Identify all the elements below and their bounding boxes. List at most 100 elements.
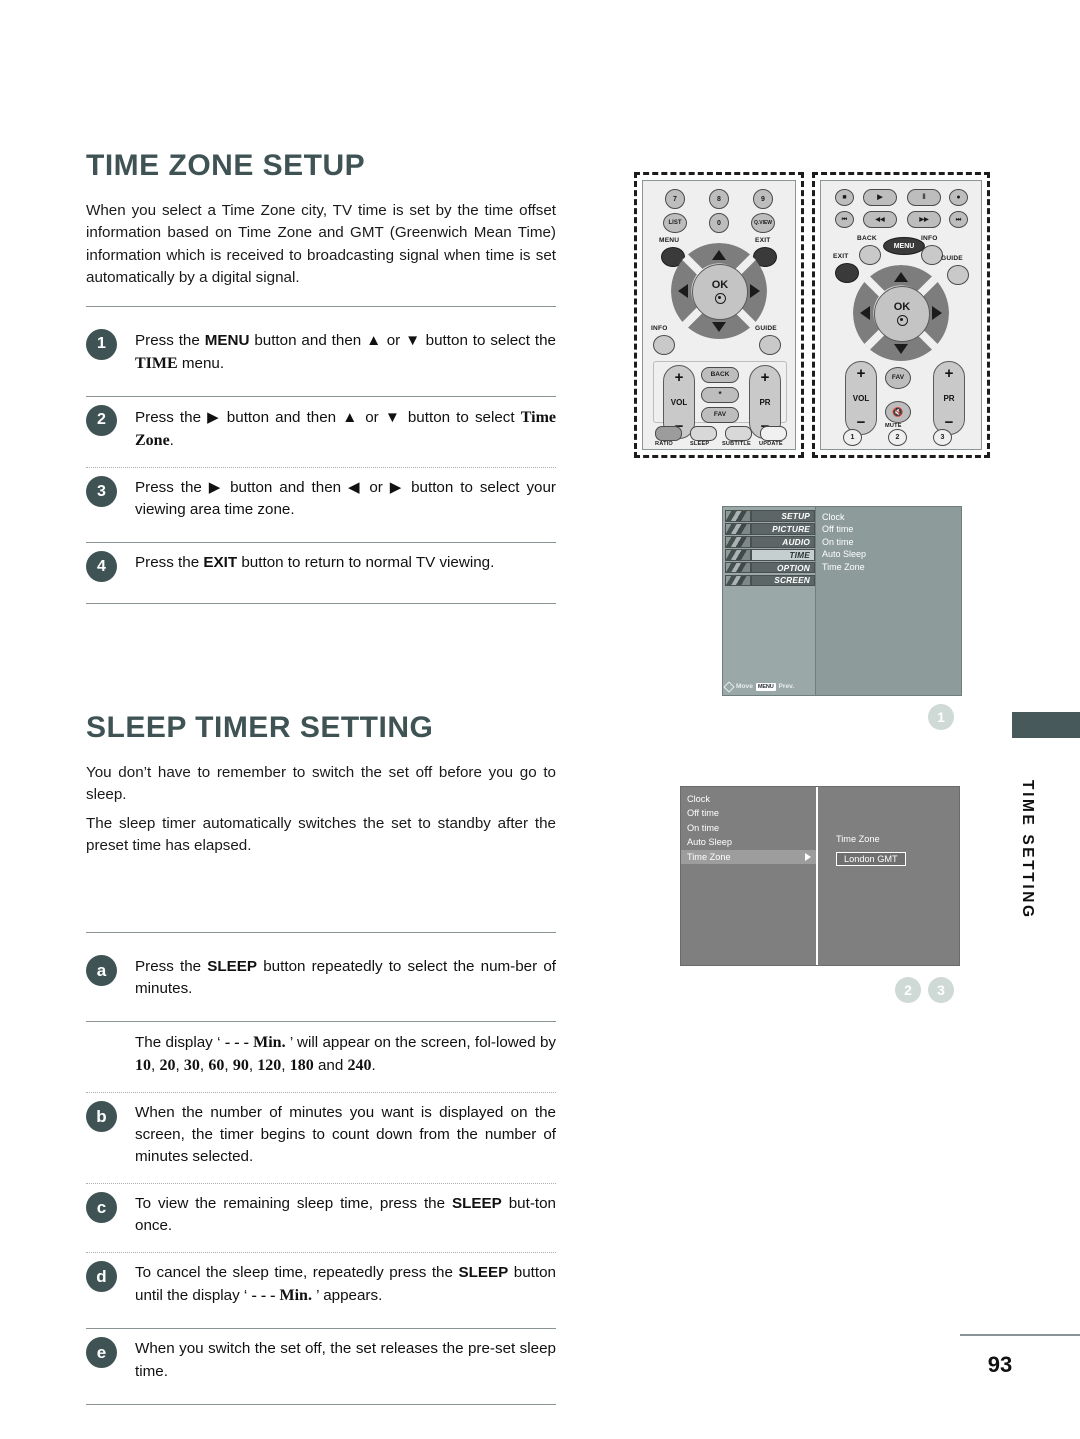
dpad-right-icon[interactable] [750,284,760,298]
osd2-item-off-time[interactable]: Off time [681,806,816,820]
step-item: 4 Press the EXIT button to return to nor… [86,543,556,587]
remote1-key-qview[interactable]: Q.VIEW [751,213,775,233]
remote1-info-button[interactable] [653,335,675,355]
remote2-info-button[interactable] [921,245,943,265]
remote2-prev-icon[interactable]: ⏮ [835,211,854,228]
step-text: Press the MENU button and then ▲ or ▼ bu… [135,331,556,372]
remote1-dpad[interactable]: OK [671,243,767,339]
remote2-next-icon[interactable]: ⏭ [949,211,968,228]
dpad-left-icon[interactable] [678,284,688,298]
osd2-item-on-time[interactable]: On time [681,821,816,835]
remote2-back-label: BACK [857,235,877,242]
sleep-timer-steps: a Press the SLEEP button repeatedly to s… [86,947,556,1405]
remote1-guide-button[interactable] [759,335,781,355]
osd2-detail-column: Time Zone London GMT [818,787,959,965]
step-item: a Press the SLEEP button repeatedly to s… [86,947,556,1005]
dpad-down-icon[interactable] [712,322,726,332]
osd-nav-item-picture[interactable]: PICTURE [725,523,815,535]
pr-plus[interactable]: + [761,370,770,385]
osd-nav-item-option[interactable]: OPTION [725,561,815,574]
remote1-fav-button[interactable]: FAV [701,407,739,423]
remote2-ok-button[interactable]: OK [874,286,930,342]
pr-minus[interactable]: − [945,415,954,430]
remote2-play-icon[interactable]: ▶ [863,189,897,206]
remote1-back-button[interactable]: BACK [701,367,739,383]
pr-plus[interactable]: + [945,366,954,381]
remote1-ok-button[interactable]: OK [692,264,748,320]
remote1-subtitle-button[interactable] [725,426,752,441]
step-text: Press the SLEEP button repeatedly to sel… [135,957,557,997]
osd-nav-item-screen[interactable]: SCREEN [725,574,815,587]
remote2-key-2[interactable]: 2 [888,429,907,446]
remote1-key-9[interactable]: 9 [753,189,773,209]
remote-1: 7 8 9 LIST 0 Q.VIEW MENU EXIT OK INFO GU… [642,180,796,450]
step-text: To view the remaining sleep time, press … [135,1195,556,1235]
dpad-right-icon[interactable] [932,306,942,320]
osd-nav-item-setup[interactable]: SETUP [725,510,815,522]
osd-footer-move: Move [736,683,753,690]
remote1-ratio-button[interactable] [655,426,682,441]
remote2-rewind-icon[interactable]: ◀◀ [863,211,897,228]
osd-item-auto-sleep[interactable]: Auto Sleep [822,548,961,560]
osd-item-clock[interactable]: Clock [822,511,961,523]
osd-nav-item-time[interactable]: TIME [725,548,815,561]
remote1-star-button[interactable]: * [701,387,739,403]
remote1-sleep-button[interactable] [690,426,717,441]
vol-plus[interactable]: + [675,370,684,385]
vol-plus[interactable]: + [857,366,866,381]
remote1-ratio-label: RATIO [655,441,673,447]
remote1-update-label: UPDATE [759,441,783,447]
step-text: When you switch the set off, the set rel… [135,1340,556,1380]
remote1-key-list[interactable]: LIST [663,213,687,233]
remote1-key-0[interactable]: 0 [709,213,729,233]
remote2-stop-icon[interactable]: ■ [835,189,854,206]
remote2-menu-button[interactable]: MENU [883,237,925,255]
osd-item-off-time[interactable]: Off time [822,523,961,535]
step-text: Press the ▶ button and then ◀ or ▶ butto… [135,479,556,519]
divider [86,305,556,307]
remote2-pr-rocker[interactable]: + PR − [933,361,965,435]
time-thumbnail-icon [725,548,751,561]
remote2-exit-label: EXIT [833,253,849,260]
dpad-down-icon[interactable] [894,344,908,354]
remote2-dpad[interactable]: OK [853,265,949,361]
osd2-item-clock[interactable]: Clock [681,792,816,806]
osd-item-on-time[interactable]: On time [822,536,961,548]
remote1-update-button[interactable] [760,426,787,441]
remote1-key-7[interactable]: 7 [665,189,685,209]
dpad-up-icon[interactable] [894,272,908,282]
osd-footer-hint: Move MENU Prev. [723,680,813,693]
step-badge: 1 [86,328,117,360]
step-item: 2 Press the ▶ button and then ▲ or ▼ but… [86,397,556,457]
callout-3: 3 [928,977,954,1003]
remote2-key-1[interactable]: 1 [843,429,862,446]
remote2-key-3[interactable]: 3 [933,429,952,446]
dpad-left-icon[interactable] [860,306,870,320]
osd2-item-time-zone-selected[interactable]: Time Zone [681,849,816,865]
remote1-key-8[interactable]: 8 [709,189,729,209]
remote2-record-icon[interactable]: ● [949,189,968,206]
pr-label: PR [759,397,771,407]
step-text: The display ‘ - - - Min. ’ will appear o… [135,1033,557,1074]
time-zone-setup-intro: When you select a Time Zone city, TV tim… [86,201,556,287]
remote2-back-button[interactable] [859,245,881,265]
vol-minus[interactable]: − [857,415,866,430]
side-tab-label: TIME SETTING [1019,780,1036,920]
remote2-pause-icon[interactable]: ‖ [907,189,941,206]
dpad-up-icon[interactable] [712,250,726,260]
osd-item-time-zone[interactable]: Time Zone [822,561,961,573]
power-dot-icon [896,315,908,326]
osd-nav-label: SETUP [751,510,815,522]
remote2-mute-button[interactable]: 🔇 [885,401,911,423]
remote2-info-label: INFO [921,235,938,242]
remote2-guide-button[interactable] [947,265,969,285]
osd2-detail-value[interactable]: London GMT [836,852,906,866]
page-number: 93 [987,1352,1013,1377]
osd2-item-auto-sleep[interactable]: Auto Sleep [681,835,816,849]
remote2-forward-icon[interactable]: ▶▶ [907,211,941,228]
step-text: Press the ▶ button and then ▲ or ▼ butto… [135,408,556,449]
remote2-fav-button[interactable]: FAV [885,367,911,389]
osd-nav-item-audio[interactable]: AUDIO [725,536,815,548]
sleep-timer-intro-1: You don’t have to remember to switch the… [86,763,556,804]
remote2-vol-rocker[interactable]: + VOL − [845,361,877,435]
